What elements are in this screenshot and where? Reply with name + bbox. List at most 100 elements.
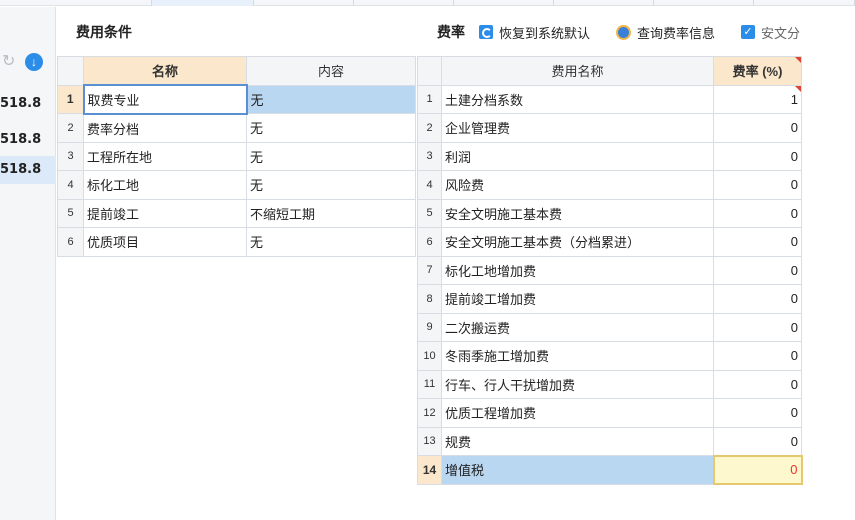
left-panel: ↻ ↓ 518.8 518.8 518.8 — [0, 7, 56, 520]
rate-column-header[interactable]: 费率 (%) — [713, 56, 802, 86]
rate-cell[interactable]: 0 — [713, 398, 802, 428]
table-row[interactable]: 2 企业管理费 0 — [417, 113, 802, 143]
table-row[interactable]: 13 规费 0 — [417, 426, 802, 456]
table-row[interactable]: 12 优质工程增加费 0 — [417, 398, 802, 428]
fee-name-cell[interactable]: 利润 — [441, 141, 714, 171]
fee-name-cell[interactable]: 行车、行人干扰增加费 — [441, 369, 714, 399]
refresh-icon[interactable]: ↻ — [2, 54, 15, 70]
tab[interactable] — [254, 0, 354, 6]
tab[interactable] — [354, 0, 454, 6]
conditions-table: 名称 内容 1 取费专业 无 2 费率分档 无 3 工程所在地 无 4 标化工地… — [57, 56, 416, 257]
comment-flag-icon — [795, 57, 801, 63]
restore-default-label: 恢复到系统默认 — [499, 25, 591, 41]
left-list-item[interactable]: 518.8 — [0, 90, 56, 118]
table-row[interactable]: 4 标化工地 无 — [57, 170, 416, 200]
row-index: 9 — [417, 312, 442, 342]
rate-cell[interactable]: 0 — [713, 312, 802, 342]
condition-name-cell[interactable]: 标化工地 — [83, 170, 247, 200]
condition-content-cell[interactable]: 无 — [246, 113, 416, 143]
rate-cell[interactable]: 0 — [713, 141, 802, 171]
table-row[interactable]: 4 风险费 0 — [417, 170, 802, 200]
corner-cell — [57, 56, 84, 86]
fee-name-cell[interactable]: 提前竣工增加费 — [441, 284, 714, 314]
condition-name-cell[interactable]: 工程所在地 — [83, 141, 247, 171]
tab[interactable] — [554, 0, 654, 6]
condition-content-cell[interactable]: 无 — [246, 84, 416, 114]
table-row-selected[interactable]: 14 增值税 0 — [417, 454, 803, 485]
table-row[interactable]: 5 提前竣工 不缩短工期 — [57, 198, 416, 228]
rate-cell[interactable]: 0 — [713, 198, 802, 228]
left-panel-toolbar: ↻ ↓ — [0, 52, 56, 74]
condition-name-cell[interactable]: 优质项目 — [83, 227, 247, 257]
name-column-header[interactable]: 名称 — [83, 56, 247, 86]
fee-name-cell[interactable]: 二次搬运费 — [441, 312, 714, 342]
fee-name-cell[interactable]: 标化工地增加费 — [441, 255, 714, 285]
fee-name-cell[interactable]: 企业管理费 — [441, 113, 714, 143]
table-row[interactable]: 1 土建分档系数 1 — [417, 84, 802, 114]
rate-cell[interactable]: 1 — [713, 84, 802, 114]
condition-content-cell[interactable]: 不缩短工期 — [246, 198, 416, 228]
table-row[interactable]: 7 标化工地增加费 0 — [417, 255, 802, 285]
restore-default-button[interactable]: 恢复到系统默认 — [479, 23, 590, 42]
table-row[interactable]: 6 安全文明施工基本费（分档累进） 0 — [417, 227, 802, 257]
row-index: 2 — [57, 113, 84, 143]
row-index: 3 — [417, 141, 442, 171]
rate-cell[interactable]: 0 — [713, 284, 802, 314]
row-index: 6 — [57, 227, 84, 257]
fee-name-cell[interactable]: 风险费 — [441, 170, 714, 200]
table-row[interactable]: 10 冬雨季施工增加费 0 — [417, 341, 802, 371]
content-column-header[interactable]: 内容 — [246, 56, 416, 86]
fee-name-cell[interactable]: 冬雨季施工增加费 — [441, 341, 714, 371]
tab[interactable] — [454, 0, 554, 6]
fee-name-column-header[interactable]: 费用名称 — [441, 56, 714, 86]
table-row[interactable]: 2 费率分档 无 — [57, 113, 416, 143]
fee-name-cell[interactable]: 规费 — [441, 426, 714, 456]
rate-cell[interactable]: 0 — [713, 227, 802, 257]
tab[interactable] — [754, 0, 855, 6]
rate-cell[interactable]: 0 — [713, 426, 802, 456]
row-index: 6 — [417, 227, 442, 257]
tab[interactable] — [654, 0, 754, 6]
condition-content-cell[interactable]: 无 — [246, 141, 416, 171]
table-row[interactable]: 6 优质项目 无 — [57, 227, 416, 257]
fee-name-cell[interactable]: 增值税 — [441, 455, 714, 485]
table-row[interactable]: 8 提前竣工增加费 0 — [417, 284, 802, 314]
safety-checkbox[interactable]: ✓ 安文分 — [741, 23, 800, 42]
condition-name-cell[interactable]: 取费专业 — [82, 84, 248, 115]
checkbox-checked-icon[interactable]: ✓ — [741, 25, 756, 39]
condition-name-cell[interactable]: 提前竣工 — [83, 198, 247, 228]
row-index: 1 — [417, 84, 442, 114]
download-icon[interactable]: ↓ — [25, 53, 43, 71]
fee-name-cell[interactable]: 安全文明施工基本费 — [441, 198, 714, 228]
table-row[interactable]: 3 工程所在地 无 — [57, 141, 416, 171]
rate-cell[interactable]: 0 — [713, 255, 802, 285]
table-row[interactable]: 11 行车、行人干扰增加费 0 — [417, 369, 802, 399]
condition-name-cell[interactable]: 费率分档 — [83, 113, 247, 143]
condition-content-cell[interactable]: 无 — [246, 227, 416, 257]
rate-cell[interactable]: 0 — [713, 170, 802, 200]
query-rate-button[interactable]: 查询费率信息 — [616, 23, 715, 42]
table-row[interactable]: 3 利润 0 — [417, 141, 802, 171]
tab[interactable] — [60, 0, 152, 6]
query-rate-label: 查询费率信息 — [637, 25, 716, 41]
comment-flag-icon — [795, 85, 801, 92]
table-row[interactable]: 5 安全文明施工基本费 0 — [417, 198, 802, 228]
rate-cell-editing[interactable]: 0 — [712, 454, 803, 485]
fee-name-cell[interactable]: 优质工程增加费 — [441, 398, 714, 428]
left-list-item-selected[interactable]: 518.8 — [0, 156, 56, 184]
condition-content-cell[interactable]: 无 — [246, 170, 416, 200]
rate-cell[interactable]: 0 — [713, 113, 802, 143]
row-index: 5 — [417, 198, 442, 228]
tab-active[interactable] — [152, 0, 254, 6]
restore-icon — [479, 25, 493, 39]
rate-cell[interactable]: 0 — [713, 369, 802, 399]
fee-name-cell[interactable]: 土建分档系数 — [441, 84, 714, 114]
rates-table: 费用名称 费率 (%) 1 土建分档系数 1 2 企业管理费 0 3 利润 0 … — [417, 56, 803, 485]
fee-name-cell[interactable]: 安全文明施工基本费（分档累进） — [441, 227, 714, 257]
row-index: 5 — [57, 198, 84, 228]
rates-header-row: 费用名称 费率 (%) — [417, 56, 802, 86]
left-list-item[interactable]: 518.8 — [0, 126, 56, 154]
table-row[interactable]: 1 取费专业 无 — [57, 84, 416, 115]
table-row[interactable]: 9 二次搬运费 0 — [417, 312, 802, 342]
rate-cell[interactable]: 0 — [713, 341, 802, 371]
